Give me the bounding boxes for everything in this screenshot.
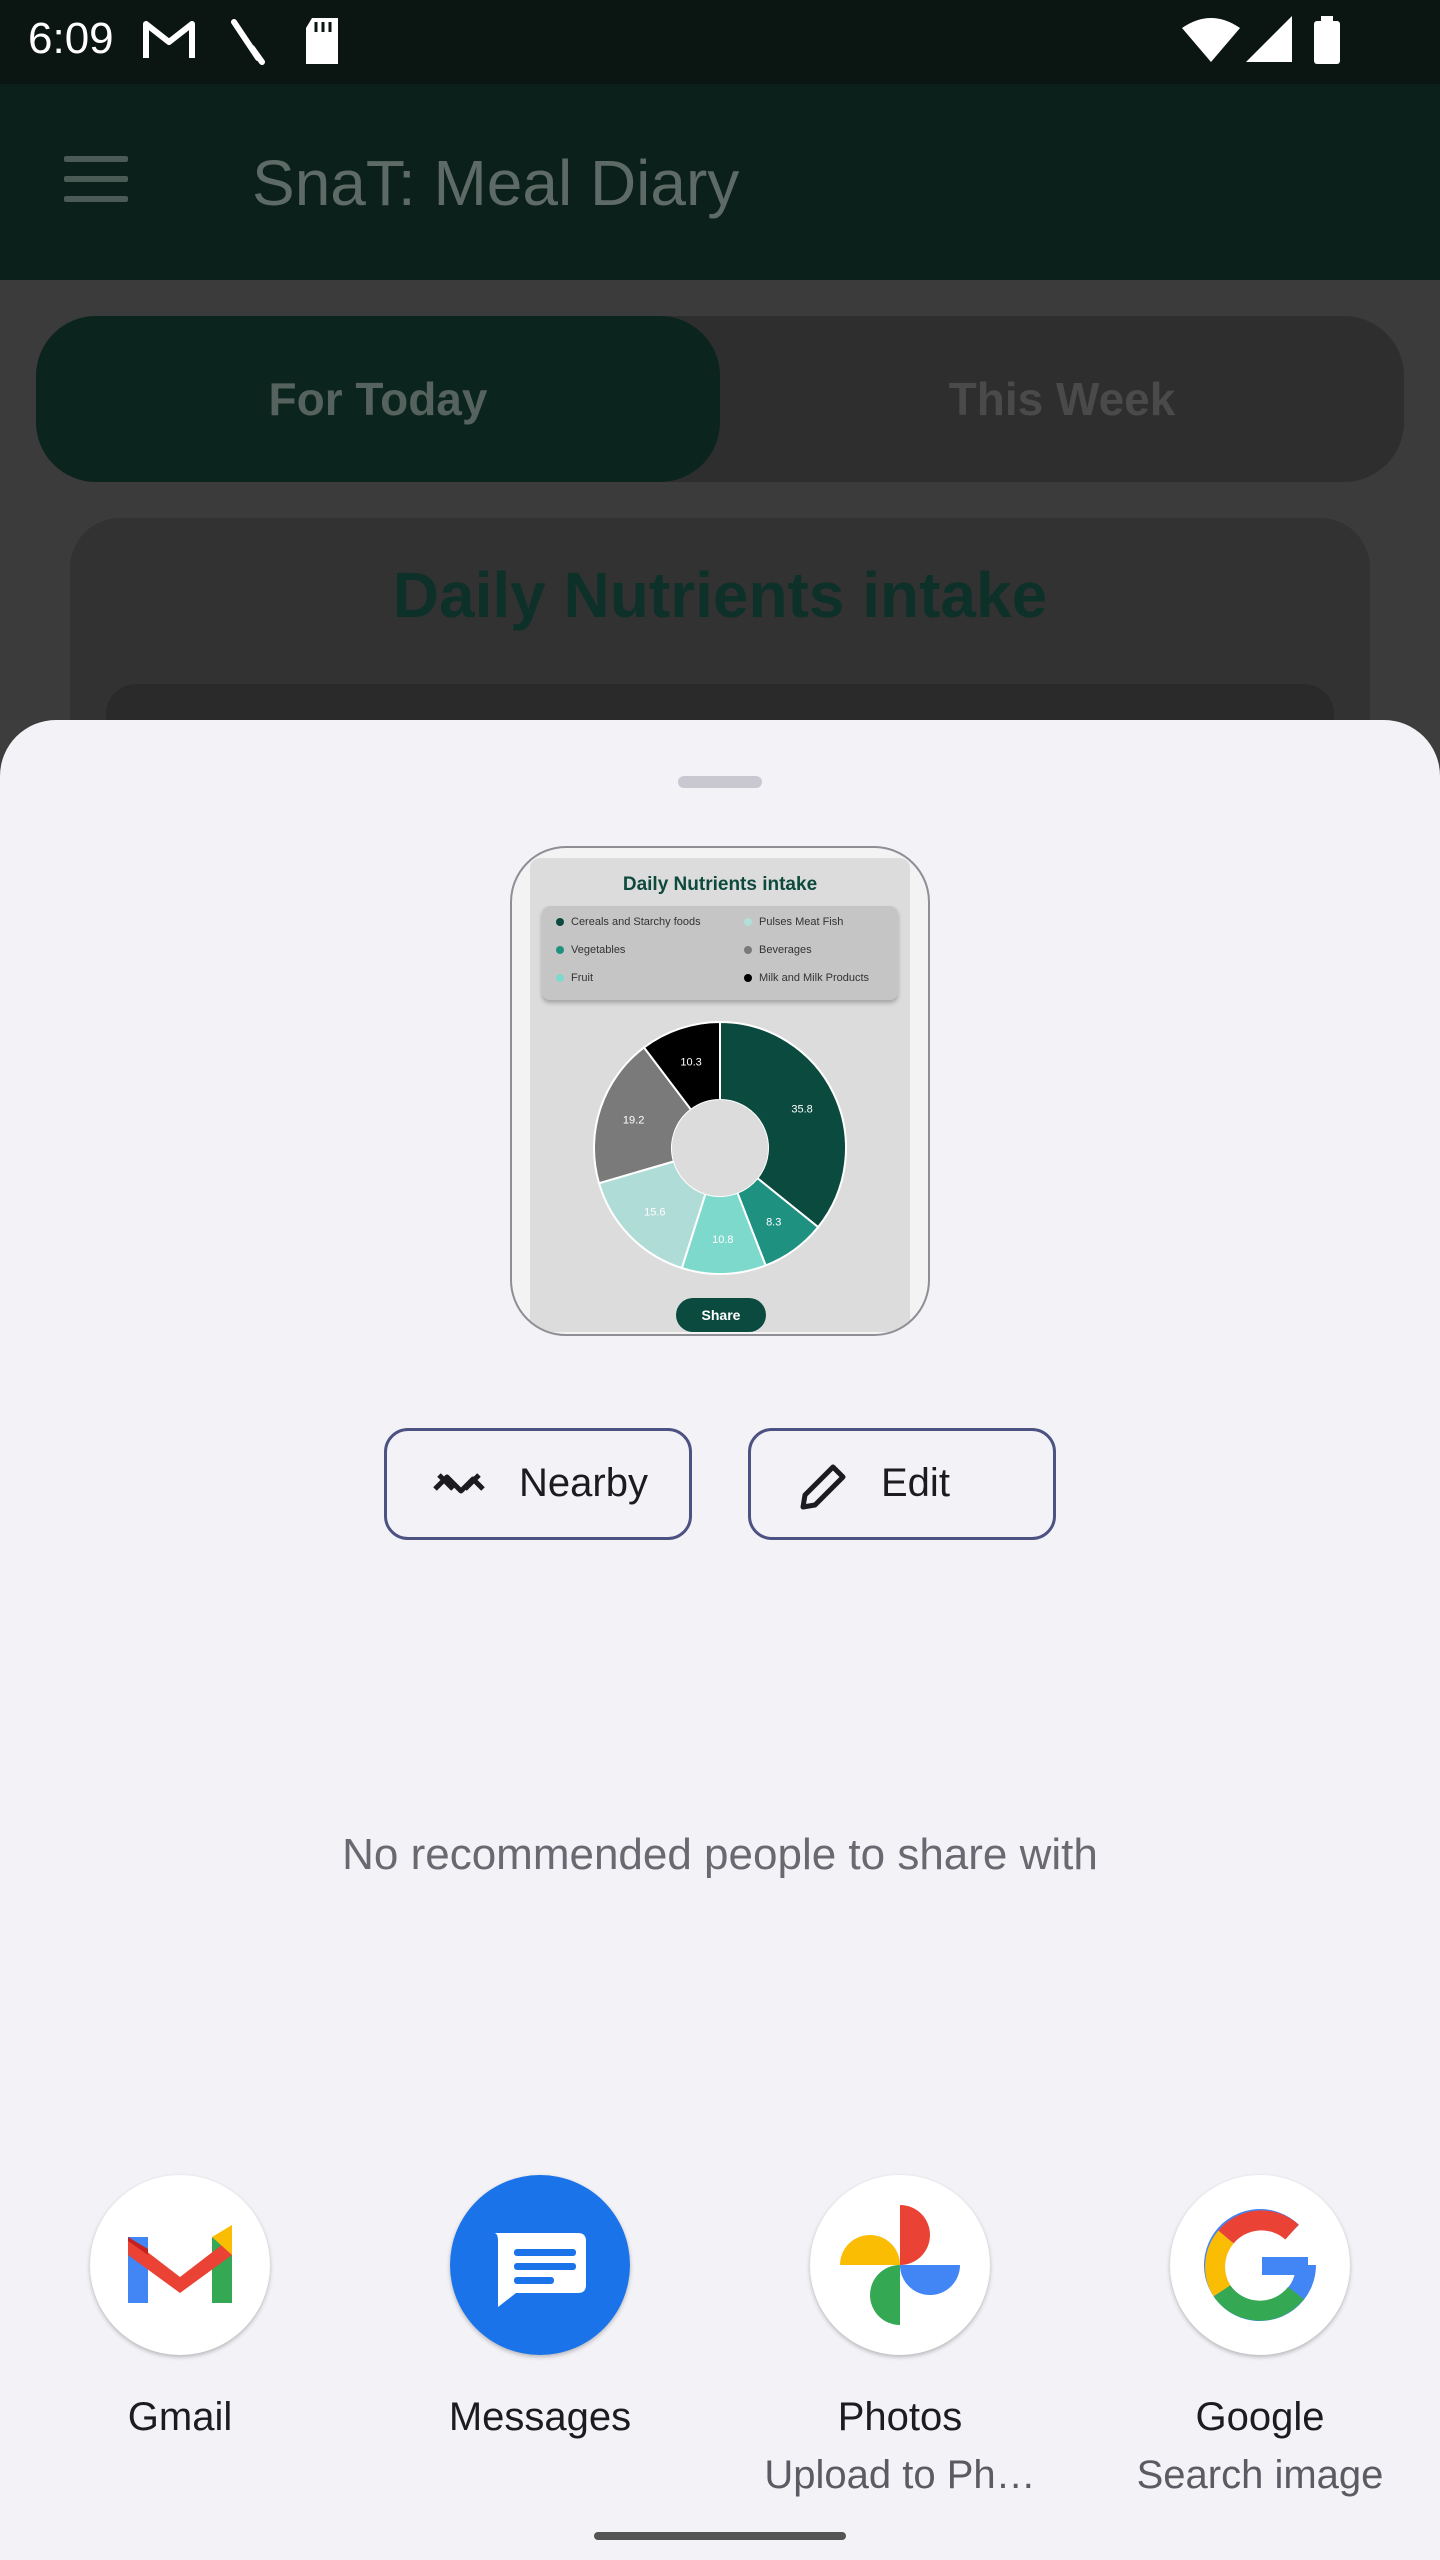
edit-button[interactable]: Edit [748,1428,1056,1540]
legend-item: Beverages [744,944,812,956]
legend-item: Milk and Milk Products [744,972,869,984]
wifi-icon [1182,18,1240,62]
legend-item: Fruit [556,972,593,984]
nearby-label: Nearby [519,1461,648,1505]
no-recommended-people-text: No recommended people to share with [342,1830,1098,1879]
google-icon [1170,2175,1350,2355]
signal-icon [1246,16,1292,62]
gmail-icon [90,2175,270,2355]
share-target-photos[interactable]: Photos Upload to Ph… [740,2175,1060,2555]
share-sheet: Daily Nutrients intake Cereals and Starc… [0,720,1440,2560]
edit-label: Edit [881,1461,950,1505]
share-target-gmail[interactable]: Gmail [20,2175,340,2555]
donut-hole [672,1100,768,1196]
card-title: Daily Nutrients intake [392,559,1048,631]
tab-this-week[interactable]: This Week [720,316,1404,482]
app-subtitle: Search image [1136,2453,1384,2497]
slice-value-label: 19.2 [623,1114,644,1126]
nearby-button[interactable]: Nearby [384,1428,692,1540]
app-bar: SnaT: Meal Diary [0,84,1440,280]
preview-content: Daily Nutrients intake Cereals and Starc… [530,858,910,1332]
preview-share-button: Share [676,1298,766,1332]
slice-value-label: 35.8 [791,1104,812,1116]
slice-value-label: 10.3 [680,1057,701,1069]
app-subtitle: Upload to Ph… [764,2453,1036,2497]
battery-icon [1314,16,1340,64]
app-name: Photos [837,2395,963,2439]
gmail-notification-icon [143,21,195,58]
slice-value-label: 15.6 [644,1207,665,1219]
preview-legend: Cereals and Starchy foods Pulses Meat Fi… [542,906,898,1000]
preview-title: Daily Nutrients intake [622,874,818,895]
legend-item: Vegetables [556,944,625,956]
app-title: SnaT: Meal Diary [252,147,740,219]
sd-card-icon [306,18,338,64]
app-name: Messages [448,2395,632,2439]
share-preview-thumbnail: Daily Nutrients intake Cereals and Starc… [510,846,930,1336]
pencil-icon [800,1464,846,1510]
messages-icon [450,2175,630,2355]
pen-notification-icon [231,19,265,65]
nearby-share-icon [433,1473,485,1494]
tab-for-today[interactable]: For Today [36,316,720,482]
share-target-google[interactable]: Google Search image [1100,2175,1420,2555]
photos-icon [810,2175,990,2355]
hamburger-menu-icon[interactable] [64,156,128,206]
tab-bar: For Today This Week [36,316,1404,482]
share-target-messages[interactable]: Messages [380,2175,700,2555]
drag-handle[interactable] [678,776,762,788]
app-name: Google [1195,2395,1325,2439]
slice-value-label: 8.3 [766,1216,781,1228]
status-time: 6:09 [28,14,114,63]
nutrients-donut-chart: 35.8 8.3 10.8 15.6 19.2 10.3 [593,1020,847,1275]
app-name: Gmail [127,2395,233,2439]
gesture-nav-bar[interactable] [594,2532,846,2540]
legend-item: Pulses Meat Fish [744,916,843,928]
slice-value-label: 10.8 [712,1234,733,1246]
status-bar: 6:09 [0,0,1440,84]
legend-item: Cereals and Starchy foods [556,916,701,928]
